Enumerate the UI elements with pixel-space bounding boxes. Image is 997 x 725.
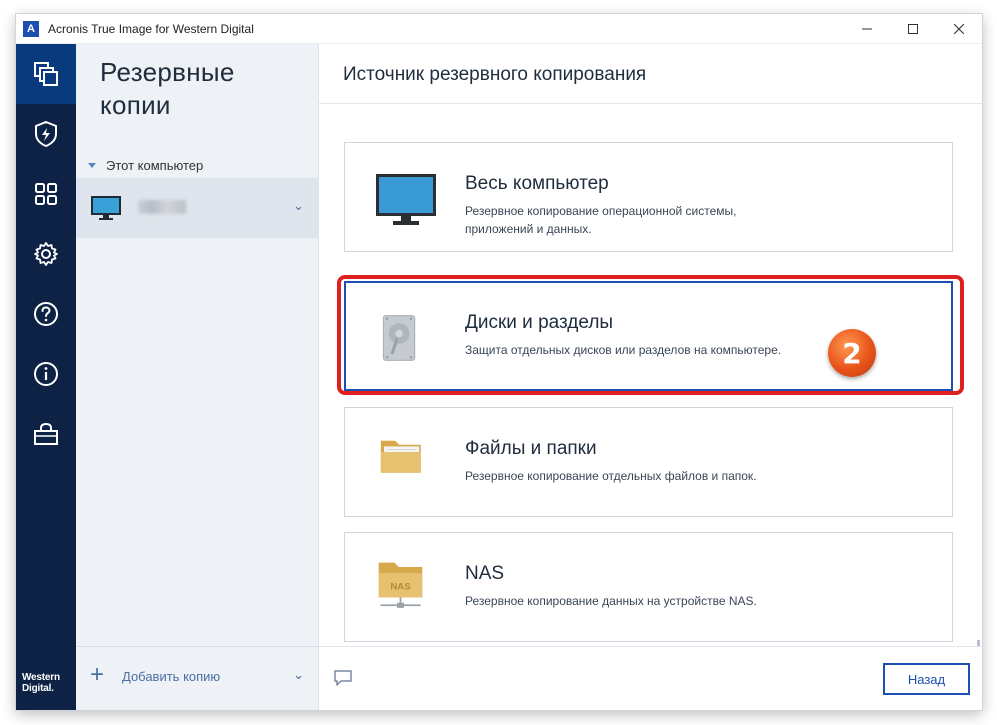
minimize-button[interactable] <box>844 14 890 44</box>
card-title: Весь компьютер <box>465 173 609 194</box>
back-button[interactable]: Назад <box>883 663 970 695</box>
minimize-icon <box>862 28 872 30</box>
card-description: Резервное копирование операционной систе… <box>465 204 737 236</box>
card-entire-pc[interactable]: Весь компьютер Резервное копирование опе… <box>344 142 953 252</box>
rail-item-store[interactable] <box>16 404 76 464</box>
panel-title: Резервные копии <box>100 56 235 122</box>
protection-icon <box>35 120 57 148</box>
nas-folder-icon: NAS <box>378 562 423 608</box>
feedback-icon[interactable] <box>333 669 353 687</box>
app-window: A Acronis True Image for Western Digital <box>16 14 982 710</box>
maximize-icon <box>908 24 918 34</box>
window-controls <box>844 14 982 44</box>
add-backup-button[interactable]: Добавить копию <box>122 669 220 684</box>
rail-item-settings[interactable] <box>16 224 76 284</box>
hard-drive-icon <box>382 315 416 361</box>
gear-icon <box>34 242 58 266</box>
group-label: Этот компьютер <box>106 158 204 173</box>
card-description: Защита отдельных дисков или разделов на … <box>465 343 782 357</box>
computer-backup-item[interactable]: ⌄ <box>76 178 318 238</box>
monitor-icon <box>91 196 121 220</box>
card-files-folders[interactable]: Файлы и папки Резервное копирование отде… <box>344 407 953 517</box>
step-number-badge: 2 <box>828 329 876 377</box>
main-area: Источник резервного копирования Весь ком… <box>319 44 982 710</box>
panel-title-line2: копии <box>100 90 171 120</box>
nav-rail: Western Digital. <box>16 44 76 710</box>
backup-icon <box>34 62 58 86</box>
info-icon <box>34 362 58 386</box>
caret-down-icon <box>88 163 96 168</box>
main-footer: Назад <box>319 646 982 710</box>
rail-item-tools[interactable] <box>16 164 76 224</box>
source-cards: Весь компьютер Резервное копирование опе… <box>319 104 982 646</box>
rail-item-help[interactable] <box>16 284 76 344</box>
card-description: Резервное копирование отдельных файлов и… <box>465 469 757 483</box>
panel-title-line1: Резервные <box>100 57 235 87</box>
card-title: NAS <box>465 563 505 584</box>
tools-icon <box>35 183 57 205</box>
monitor-icon <box>376 174 436 225</box>
card-nas[interactable]: NAS NAS Резервное копирование данных на … <box>344 532 953 642</box>
help-icon <box>34 302 58 326</box>
card-description: Резервное копирование данных на устройст… <box>465 594 757 608</box>
panel-footer: + Добавить копию ⌄ <box>76 646 318 710</box>
main-header: Источник резервного копирования <box>319 44 982 104</box>
window-title: Acronis True Image for Western Digital <box>48 21 254 36</box>
close-button[interactable] <box>936 14 982 44</box>
rail-item-info[interactable] <box>16 344 76 404</box>
folder-icon <box>380 440 421 473</box>
plus-icon[interactable]: + <box>90 663 104 687</box>
close-icon <box>954 24 964 34</box>
page-title: Источник резервного копирования <box>343 64 647 85</box>
card-disks-partitions[interactable]: Диски и разделы Защита отдельных дисков … <box>344 281 953 391</box>
acronis-logo-icon: A <box>23 20 39 37</box>
card-title: Диски и разделы <box>465 312 614 333</box>
rail-item-protection[interactable] <box>16 104 76 164</box>
store-icon <box>34 422 58 445</box>
backups-panel: Резервные копии Этот компьютер ⌄ + Добав… <box>76 44 319 710</box>
group-this-computer[interactable]: Этот компьютер <box>88 158 203 173</box>
nas-folder-label: NAS <box>390 582 411 593</box>
add-chevron-down-icon[interactable]: ⌄ <box>293 667 304 683</box>
rail-item-backup[interactable] <box>16 44 76 104</box>
card-title: Файлы и папки <box>465 438 597 459</box>
western-digital-logo: Western Digital. <box>22 672 60 694</box>
maximize-button[interactable] <box>890 14 936 44</box>
computer-name-redacted <box>138 200 186 214</box>
title-bar: A Acronis True Image for Western Digital <box>16 14 982 44</box>
chevron-down-icon[interactable]: ⌄ <box>293 198 304 214</box>
